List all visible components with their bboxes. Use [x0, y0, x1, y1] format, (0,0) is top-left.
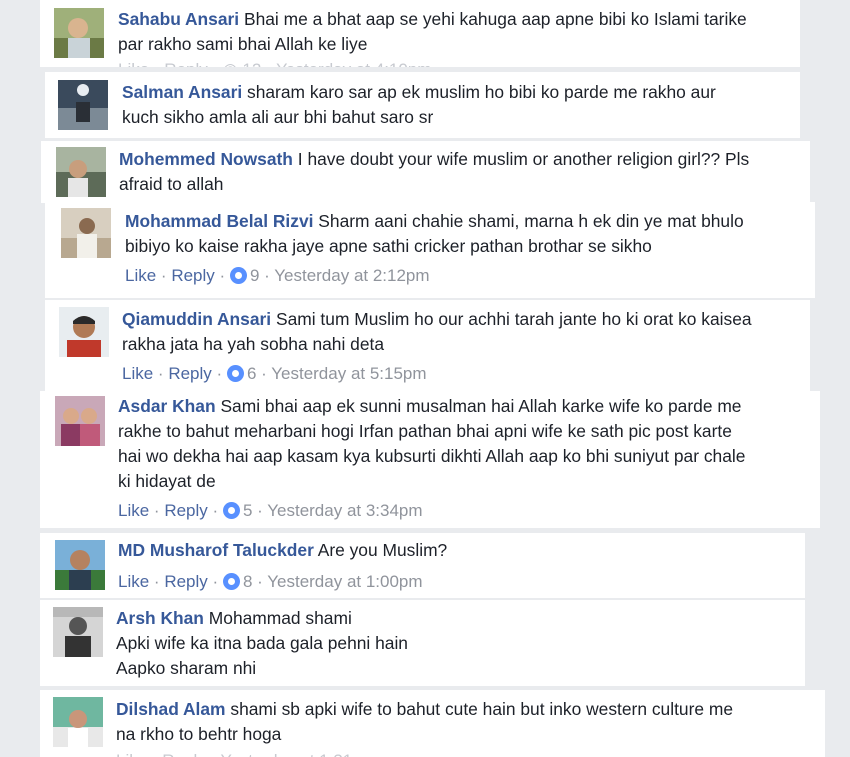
reaction-icon[interactable]	[222, 573, 240, 590]
comment-line: I have doubt your wife muslim or another…	[297, 149, 750, 169]
comment-panel: Salman Ansari sharam karo sar ap ek musl…	[45, 72, 800, 138]
comment-text: Asdar Khan Sami bhai aap ek sunni musalm…	[118, 394, 745, 494]
comment-line: ki hidayat de	[118, 471, 216, 491]
comment-panel: Mohemmed Nowsath I have doubt your wife …	[41, 141, 810, 203]
comment-line: afraid to allah	[119, 174, 224, 194]
timestamp[interactable]: Yesterday at 5:15pm	[271, 364, 426, 383]
like-link[interactable]: Like	[122, 364, 153, 383]
clipped-actions: Like · Reply · Yesterday at 1:31pm	[116, 751, 416, 757]
comment-line: kuch sikho amla ali aur bhi bahut saro s…	[122, 107, 434, 127]
comment-line: Sami tum Muslim ho our achhi tarah jante…	[275, 309, 752, 329]
comment-line: Are you Muslim?	[317, 540, 448, 560]
reply-link[interactable]: Reply	[168, 364, 211, 383]
comment-line: hai wo dekha hai aap kasam kya kubsurti …	[118, 446, 746, 466]
commenter-name[interactable]: Arsh Khan	[116, 608, 204, 628]
reply-link[interactable]: Reply	[171, 266, 214, 285]
comment-actions: Like · Reply · 6 · Yesterday at 5:15pm	[122, 364, 427, 383]
comment-text: Arsh Khan Mohammad shami Apki wife ka it…	[116, 606, 408, 681]
comment-text: Dilshad Alam shami sb apki wife to bahut…	[116, 697, 733, 747]
comment-line: rakhe to bahut meharbani hogi Irfan path…	[118, 421, 732, 441]
reaction-count[interactable]: 6	[247, 364, 256, 383]
comment-panel: Sahabu Ansari Bhai me a bhat aap se yehi…	[40, 0, 800, 67]
comment-line: Mohammad shami	[208, 608, 352, 628]
comment-line: sharam karo sar ap ek muslim ho bibi ko …	[247, 82, 716, 102]
commenter-name[interactable]: MD Musharof Taluckder	[118, 540, 314, 560]
reaction-icon[interactable]	[222, 502, 240, 519]
comment-text: MD Musharof Taluckder Are you Muslim?	[118, 538, 447, 563]
comment-line: na rkho to behtr hoga	[116, 724, 282, 744]
commenter-name[interactable]: Mohemmed Nowsath	[119, 149, 293, 169]
timestamp[interactable]: Yesterday at 2:12pm	[274, 266, 429, 285]
comment-actions: Like · Reply · 5 · Yesterday at 3:34pm	[118, 501, 423, 520]
like-link[interactable]: Like	[125, 266, 156, 285]
comment-text: Qiamuddin Ansari Sami tum Muslim ho our …	[122, 307, 752, 357]
reaction-icon[interactable]	[229, 267, 247, 284]
avatar[interactable]	[56, 147, 106, 197]
avatar[interactable]	[54, 8, 104, 58]
commenter-name[interactable]: Dilshad Alam	[116, 699, 226, 719]
comment-panel: Asdar Khan Sami bhai aap ek sunni musalm…	[40, 391, 820, 528]
comment-actions: Like · Reply · 9 · Yesterday at 2:12pm	[125, 266, 430, 285]
avatar[interactable]	[53, 607, 103, 657]
comment-panel: Arsh Khan Mohammad shami Apki wife ka it…	[40, 600, 805, 686]
commenter-name[interactable]: Asdar Khan	[118, 396, 216, 416]
comment-panel: MD Musharof Taluckder Are you Muslim? Li…	[40, 533, 805, 598]
commenter-name[interactable]: Salman Ansari	[122, 82, 242, 102]
comment-panel: Mohammad Belal Rizvi Sharm aani chahie s…	[45, 202, 815, 298]
avatar[interactable]	[55, 396, 105, 446]
comment-line: rakha jata ha yah sobha nahi deta	[122, 334, 385, 354]
avatar[interactable]	[59, 307, 109, 357]
comment-text: Mohammad Belal Rizvi Sharm aani chahie s…	[125, 209, 744, 259]
comment-line: Aapko sharam nhi	[116, 658, 257, 678]
comment-line: par rakho sami bhai Allah ke liye	[118, 34, 368, 54]
avatar[interactable]	[55, 540, 105, 590]
commenter-name[interactable]: Qiamuddin Ansari	[122, 309, 271, 329]
clipped-actions: Like · Reply · ◉ 12 · Yesterday at 4:10p…	[118, 60, 438, 67]
comment-line: shami sb apki wife to bahut cute hain bu…	[230, 699, 734, 719]
comment-text: Salman Ansari sharam karo sar ap ek musl…	[122, 80, 716, 130]
avatar[interactable]	[58, 80, 108, 130]
avatar[interactable]	[61, 208, 111, 258]
reply-link[interactable]: Reply	[164, 572, 207, 591]
comment-text: Mohemmed Nowsath I have doubt your wife …	[119, 147, 749, 197]
comment-panel: Dilshad Alam shami sb apki wife to bahut…	[40, 690, 825, 757]
comment-line: Bhai me a bhat aap se yehi kahuga aap ap…	[243, 9, 747, 29]
reaction-count[interactable]: 8	[243, 572, 252, 591]
comment-text: Sahabu Ansari Bhai me a bhat aap se yehi…	[118, 7, 747, 57]
comment-line: bibiyo ko kaise rakha jaye apne sathi cr…	[125, 236, 652, 256]
timestamp[interactable]: Yesterday at 1:00pm	[267, 572, 422, 591]
comment-line: Sami bhai aap ek sunni musalman hai Alla…	[220, 396, 742, 416]
comment-line: Sharm aani chahie shami, marna h ek din …	[318, 211, 744, 231]
comment-actions: Like · Reply · 8 · Yesterday at 1:00pm	[118, 572, 423, 591]
avatar[interactable]	[53, 697, 103, 747]
timestamp[interactable]: Yesterday at 3:34pm	[267, 501, 422, 520]
reply-link[interactable]: Reply	[164, 501, 207, 520]
comment-panel: Qiamuddin Ansari Sami tum Muslim ho our …	[45, 300, 810, 392]
commenter-name[interactable]: Mohammad Belal Rizvi	[125, 211, 313, 231]
reaction-icon[interactable]	[226, 365, 244, 382]
commenter-name[interactable]: Sahabu Ansari	[118, 9, 239, 29]
reaction-count[interactable]: 5	[243, 501, 252, 520]
like-link[interactable]: Like	[118, 572, 149, 591]
comment-line: Apki wife ka itna bada gala pehni hain	[116, 633, 408, 653]
reaction-count[interactable]: 9	[250, 266, 259, 285]
like-link[interactable]: Like	[118, 501, 149, 520]
